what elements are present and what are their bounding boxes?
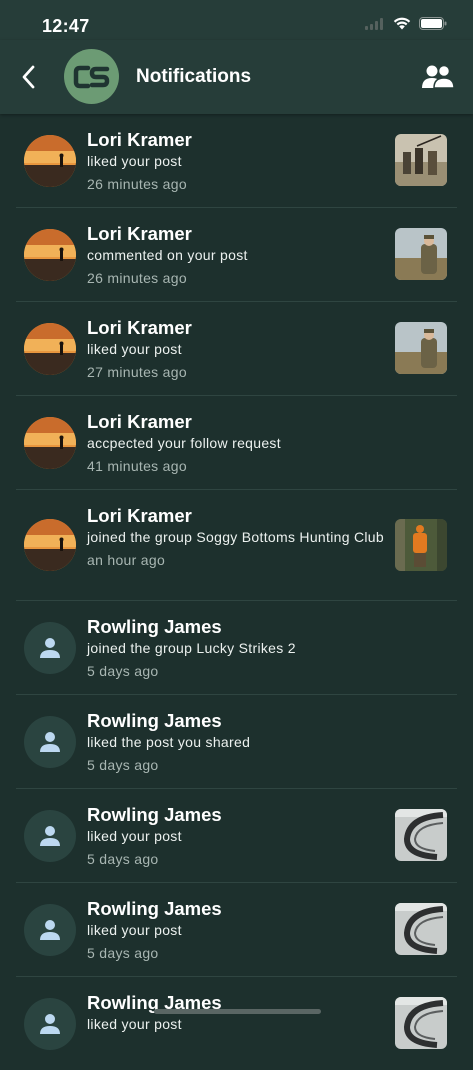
notification-time: 41 minutes ago [87, 458, 187, 474]
notification-list: Lori Kramer liked your post 26 minutes a… [0, 114, 473, 1070]
post-thumbnail[interactable] [395, 134, 447, 186]
user-avatar[interactable] [24, 323, 76, 375]
person-icon [40, 826, 60, 846]
user-avatar[interactable] [24, 998, 76, 1050]
signal-icon [365, 17, 385, 35]
hunters-photo-icon [395, 134, 447, 186]
camo-hunter-photo-icon [395, 322, 447, 374]
notification-row[interactable]: Rowling James liked your post 5 days ago [16, 789, 457, 883]
post-thumbnail[interactable] [395, 903, 447, 955]
notification-row[interactable]: Lori Kramer joined the group Soggy Botto… [16, 490, 457, 601]
notification-row[interactable]: Lori Kramer accpected your follow reques… [16, 396, 457, 490]
notification-row[interactable]: Rowling James liked the post you shared … [16, 695, 457, 789]
user-avatar[interactable] [24, 519, 76, 571]
bow-photo-icon [395, 903, 447, 955]
user-name[interactable]: Lori Kramer [87, 411, 387, 433]
user-avatar[interactable] [24, 904, 76, 956]
friends-button[interactable] [421, 64, 455, 90]
notification-text: liked your post [87, 341, 182, 357]
chevron-left-icon [22, 65, 35, 89]
group-thumbnail[interactable] [395, 519, 447, 571]
notification-time: 5 days ago [87, 945, 159, 961]
user-name[interactable]: Rowling James [87, 898, 387, 920]
bow-photo-icon [395, 809, 447, 861]
bow-photo-icon [395, 997, 447, 1049]
notification-row[interactable]: Rowling James joined the group Lucky Str… [16, 601, 457, 695]
notification-row[interactable]: Lori Kramer commented on your post 26 mi… [16, 208, 457, 302]
notification-time: 26 minutes ago [87, 270, 187, 286]
camo-hunter-photo-icon [395, 228, 447, 280]
notification-time: 26 minutes ago [87, 176, 187, 192]
person-icon [40, 732, 60, 752]
notification-text: liked your post [87, 922, 182, 938]
status-time: 12:47 [42, 16, 90, 36]
battery-icon [419, 17, 447, 35]
user-avatar[interactable] [24, 810, 76, 862]
notification-text: joined the group Soggy Bottoms Hunting C… [87, 529, 384, 545]
notification-text: joined the group Lucky Strikes 2 [87, 640, 296, 656]
people-icon [422, 64, 455, 89]
sunset-photo-icon [24, 135, 76, 187]
notification-time: 27 minutes ago [87, 364, 187, 380]
post-thumbnail[interactable] [395, 322, 447, 374]
notification-row[interactable]: Lori Kramer liked your post 27 minutes a… [16, 302, 457, 396]
user-avatar[interactable] [24, 229, 76, 281]
user-name[interactable]: Lori Kramer [87, 223, 387, 245]
notification-text: liked the post you shared [87, 734, 251, 750]
person-icon [40, 638, 60, 658]
user-avatar[interactable] [24, 417, 76, 469]
notification-text: liked your post [87, 153, 182, 169]
post-thumbnail[interactable] [395, 809, 447, 861]
notification-row[interactable]: Lori Kramer liked your post 26 minutes a… [16, 114, 457, 208]
person-icon [40, 1014, 60, 1034]
notification-time: 5 days ago [87, 663, 159, 679]
person-icon [40, 920, 60, 940]
user-name[interactable]: Rowling James [87, 616, 387, 638]
notification-text: accpected your follow request [87, 435, 281, 451]
notification-time: 5 days ago [87, 757, 159, 773]
status-icons [365, 17, 447, 35]
user-avatar[interactable] [24, 135, 76, 187]
app-bar: Notifications [0, 40, 473, 114]
cs-logo-icon [73, 65, 109, 88]
notification-row[interactable]: Rowling James liked your post 5 days ago [16, 883, 457, 977]
user-name[interactable]: Lori Kramer [87, 129, 387, 151]
notification-text: liked your post [87, 828, 182, 844]
home-indicator[interactable] [154, 1009, 321, 1014]
post-thumbnail[interactable] [395, 997, 447, 1049]
app-logo [64, 49, 119, 104]
post-thumbnail[interactable] [395, 228, 447, 280]
user-name[interactable]: Rowling James [87, 710, 387, 732]
notification-time: an hour ago [87, 552, 166, 568]
user-name[interactable]: Rowling James [87, 804, 387, 826]
user-name[interactable]: Lori Kramer [87, 505, 387, 527]
sunset-photo-icon [24, 519, 76, 571]
orange-vest-photo-icon [395, 519, 447, 571]
user-avatar[interactable] [24, 716, 76, 768]
sunset-photo-icon [24, 323, 76, 375]
user-name[interactable]: Lori Kramer [87, 317, 387, 339]
notification-text: liked your post [87, 1016, 182, 1032]
sunset-photo-icon [24, 229, 76, 281]
page-title: Notifications [136, 66, 252, 87]
notification-time: 5 days ago [87, 851, 159, 867]
back-button[interactable] [14, 62, 42, 92]
sunset-photo-icon [24, 417, 76, 469]
wifi-icon [393, 17, 411, 35]
user-avatar[interactable] [24, 622, 76, 674]
notification-text: commented on your post [87, 247, 248, 263]
